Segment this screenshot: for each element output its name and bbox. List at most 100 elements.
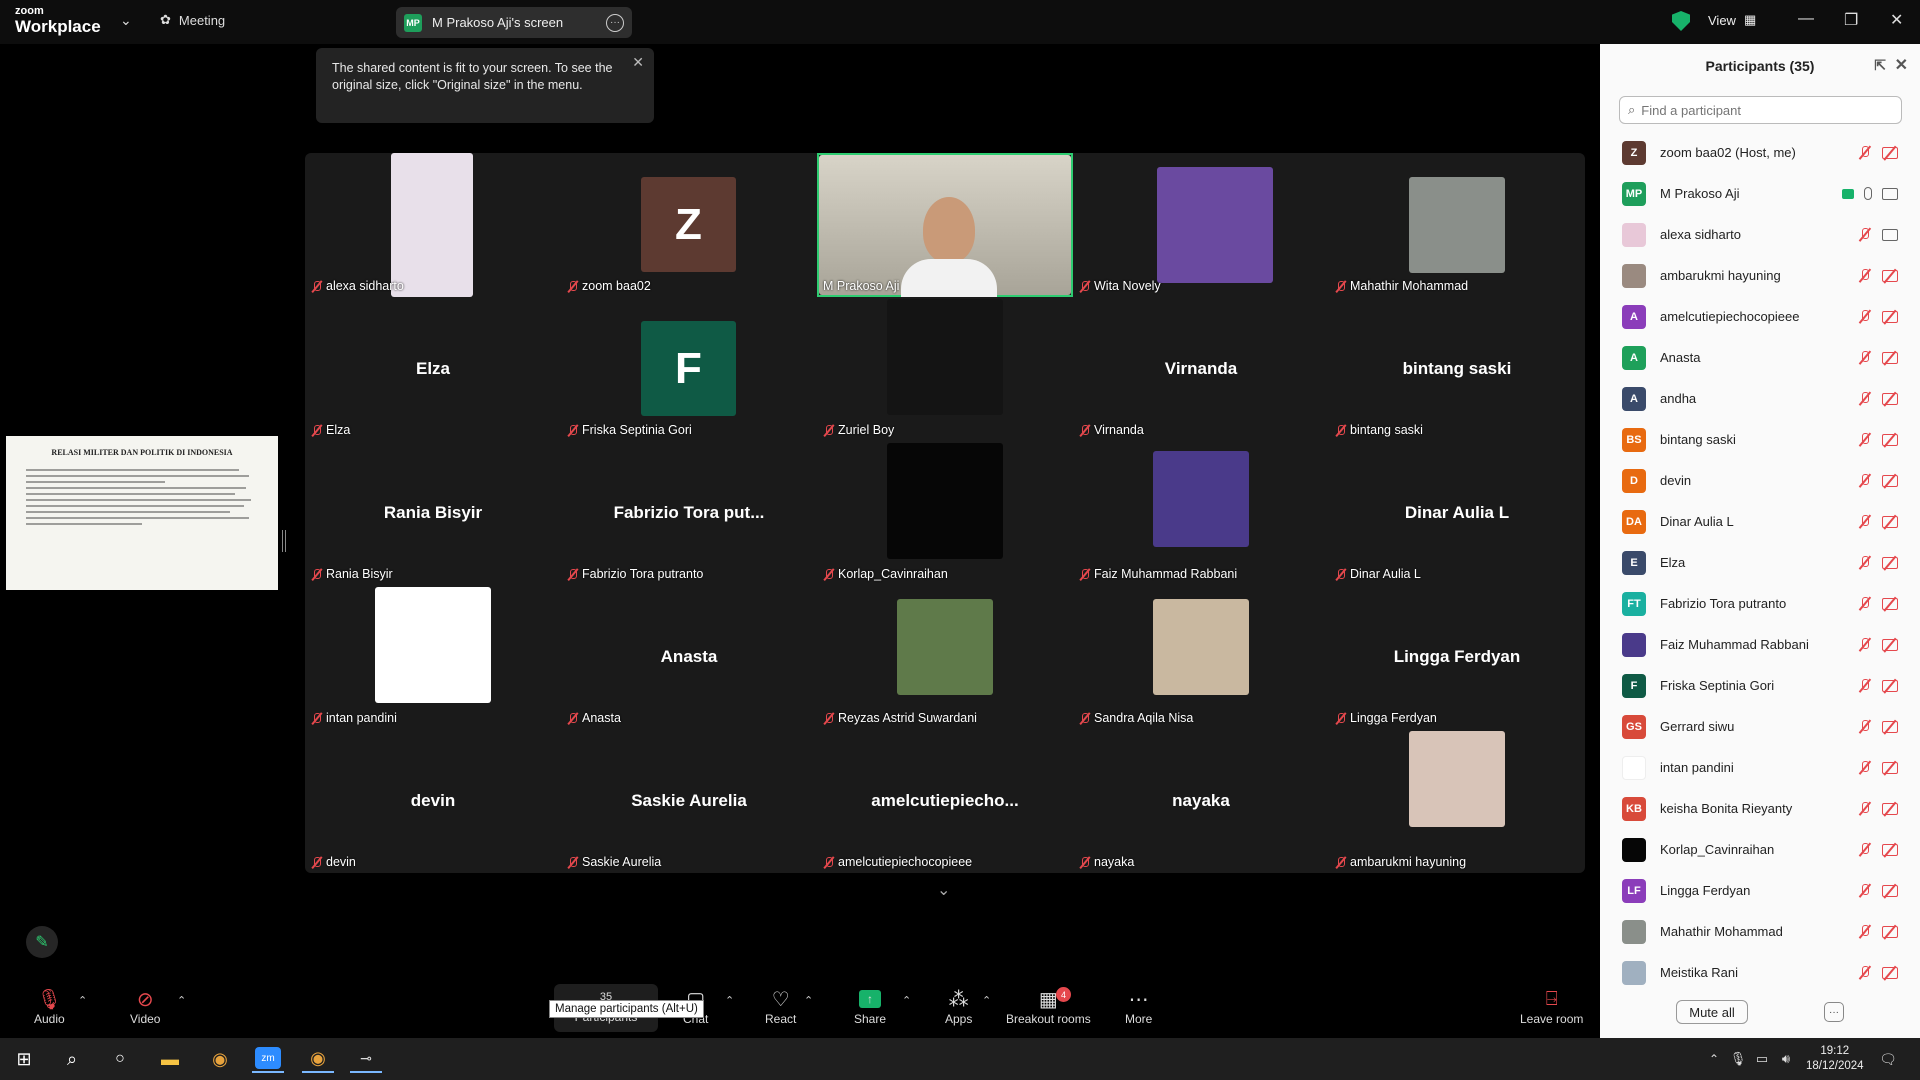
participant-row[interactable]: A Anasta bbox=[1600, 337, 1920, 378]
volume-icon[interactable]: 🔊︎ bbox=[1770, 1045, 1802, 1073]
participant-search[interactable]: ⌕ bbox=[1619, 96, 1902, 124]
video-tile[interactable]: F Friska Septinia Gori bbox=[561, 297, 817, 441]
restore-icon[interactable]: ❐ bbox=[1844, 10, 1858, 30]
mic-muted-icon[interactable] bbox=[1858, 760, 1872, 775]
close-icon[interactable]: ✕ bbox=[1890, 10, 1903, 30]
chevron-up-icon[interactable]: ⌃ bbox=[982, 994, 991, 1007]
participant-row[interactable]: FT Fabrizio Tora putranto bbox=[1600, 583, 1920, 624]
chrome-icon[interactable]: ◉ bbox=[302, 1045, 334, 1073]
video-off-icon[interactable] bbox=[1882, 392, 1898, 405]
video-off-icon[interactable] bbox=[1882, 556, 1898, 569]
video-tile[interactable]: amelcutiepiecho... amelcutiepiechocopieee bbox=[817, 729, 1073, 873]
chevron-up-icon[interactable]: ⌃ bbox=[177, 994, 186, 1007]
annotate-pen-icon[interactable]: ✎ bbox=[26, 926, 58, 958]
breakout-rooms-button[interactable]: ▦ Breakout rooms bbox=[1006, 986, 1091, 1027]
notifications-icon[interactable]: 🗨︎ bbox=[1872, 1045, 1904, 1073]
mic-muted-icon[interactable] bbox=[1858, 350, 1872, 365]
video-tile[interactable]: Elza Elza bbox=[305, 297, 561, 441]
system-clock[interactable]: 19:12 18/12/2024 bbox=[1806, 1044, 1864, 1074]
chevron-down-icon[interactable]: ⌄ bbox=[120, 12, 132, 29]
video-icon[interactable] bbox=[1882, 187, 1898, 200]
video-tile[interactable]: Anasta Anasta bbox=[561, 585, 817, 729]
participant-row[interactable]: F Friska Septinia Gori bbox=[1600, 665, 1920, 706]
video-tile[interactable]: Mahathir Mohammad bbox=[1329, 153, 1585, 297]
video-off-icon[interactable] bbox=[1882, 720, 1898, 733]
video-off-icon[interactable] bbox=[1882, 761, 1898, 774]
video-off-icon[interactable] bbox=[1882, 884, 1898, 897]
participant-row[interactable]: Mahathir Mohammad bbox=[1600, 911, 1920, 952]
video-tile[interactable]: alexa sidharto bbox=[305, 153, 561, 297]
video-off-icon[interactable] bbox=[1882, 843, 1898, 856]
participant-row[interactable]: intan pandini bbox=[1600, 747, 1920, 788]
mic-muted-icon[interactable] bbox=[1858, 145, 1872, 160]
leave-room-button[interactable]: ⍈ Leave room bbox=[1520, 986, 1583, 1027]
video-tile[interactable]: Fabrizio Tora put... Fabrizio Tora putran… bbox=[561, 441, 817, 585]
video-tile[interactable]: Wita Novely bbox=[1073, 153, 1329, 297]
mic-icon[interactable] bbox=[1864, 187, 1872, 200]
chrome-icon[interactable]: ◉ bbox=[204, 1045, 236, 1073]
mute-all-button[interactable]: Mute all bbox=[1676, 1000, 1748, 1024]
video-off-icon[interactable] bbox=[1882, 925, 1898, 938]
video-tile[interactable]: Korlap_Cavinraihan bbox=[817, 441, 1073, 585]
participant-row[interactable]: Meistika Rani bbox=[1600, 952, 1920, 988]
participant-row[interactable]: ambarukmi hayuning bbox=[1600, 255, 1920, 296]
participant-row[interactable]: alexa sidharto bbox=[1600, 214, 1920, 255]
chevron-up-icon[interactable]: ⌃ bbox=[78, 994, 87, 1007]
video-off-icon[interactable] bbox=[1882, 351, 1898, 364]
mic-muted-icon[interactable] bbox=[1858, 268, 1872, 283]
participant-row[interactable]: Aandha bbox=[1600, 378, 1920, 419]
share-button[interactable]: ↑ Share bbox=[854, 986, 886, 1026]
shared-screen-thumbnail[interactable]: RELASI MILITER DAN POLITIK DI INDONESIA bbox=[6, 436, 278, 590]
chevron-down-icon[interactable]: ⌄ bbox=[937, 880, 950, 900]
view-button[interactable]: View ▦ bbox=[1708, 12, 1756, 28]
video-tile[interactable]: bintang saski bintang saski bbox=[1329, 297, 1585, 441]
mic-muted-icon[interactable] bbox=[1858, 432, 1872, 447]
participant-row[interactable]: Korlap_Cavinraihan bbox=[1600, 829, 1920, 870]
mic-muted-icon[interactable] bbox=[1858, 309, 1872, 324]
chevron-up-icon[interactable]: ⌃ bbox=[804, 994, 813, 1007]
minimize-icon[interactable]: — bbox=[1798, 10, 1814, 28]
participant-row[interactable]: E Elza bbox=[1600, 542, 1920, 583]
video-off-icon[interactable] bbox=[1882, 597, 1898, 610]
participant-row[interactable]: Zzoom baa02 (Host, me) bbox=[1600, 132, 1920, 173]
mic-muted-icon[interactable] bbox=[1858, 678, 1872, 693]
participant-row[interactable]: MP M Prakoso Aji bbox=[1600, 173, 1920, 214]
video-tile[interactable]: Zzoom baa02 bbox=[561, 153, 817, 297]
video-tile[interactable]: ambarukmi hayuning bbox=[1329, 729, 1585, 873]
video-off-icon[interactable] bbox=[1882, 802, 1898, 815]
participant-row[interactable]: KB keisha Bonita Rieyanty bbox=[1600, 788, 1920, 829]
mic-muted-icon[interactable] bbox=[1858, 391, 1872, 406]
video-tile[interactable]: intan pandini bbox=[305, 585, 561, 729]
mic-muted-icon[interactable] bbox=[1858, 227, 1872, 242]
video-off-icon[interactable] bbox=[1882, 966, 1898, 979]
participant-row[interactable]: Faiz Muhammad Rabbani bbox=[1600, 624, 1920, 665]
video-tile[interactable]: Faiz Muhammad Rabbani bbox=[1073, 441, 1329, 585]
video-off-icon[interactable] bbox=[1882, 269, 1898, 282]
participant-row[interactable]: DA Dinar Aulia L bbox=[1600, 501, 1920, 542]
video-tile[interactable]: Rania Bisyir Rania Bisyir bbox=[305, 441, 561, 585]
react-button[interactable]: ♡ React bbox=[765, 986, 796, 1027]
more-options-icon[interactable]: ··· bbox=[1824, 1002, 1844, 1022]
video-tile[interactable]: M Prakoso Aji bbox=[817, 153, 1073, 297]
shared-screen-pill[interactable]: MP M Prakoso Aji's screen ··· bbox=[396, 7, 632, 38]
pop-out-icon[interactable]: ⇱ bbox=[1874, 57, 1886, 74]
video-off-icon[interactable] bbox=[1882, 433, 1898, 446]
close-icon[interactable]: ✕ bbox=[632, 54, 644, 71]
mic-muted-icon[interactable] bbox=[1858, 719, 1872, 734]
mic-muted-icon[interactable] bbox=[1858, 555, 1872, 570]
video-off-icon[interactable] bbox=[1882, 146, 1898, 159]
video-off-icon[interactable] bbox=[1882, 515, 1898, 528]
zoom-logo[interactable]: zoom Workplace bbox=[15, 6, 101, 36]
video-icon[interactable] bbox=[1882, 228, 1898, 241]
video-tile[interactable]: Sandra Aqila Nisa bbox=[1073, 585, 1329, 729]
video-off-icon[interactable] bbox=[1882, 474, 1898, 487]
video-tile[interactable]: Zuriel Boy bbox=[817, 297, 1073, 441]
mic-muted-icon[interactable] bbox=[1858, 596, 1872, 611]
mic-muted-icon[interactable] bbox=[1858, 801, 1872, 816]
chevron-up-icon[interactable]: ⌃ bbox=[902, 994, 911, 1007]
security-shield-icon[interactable] bbox=[1672, 11, 1690, 31]
zoom-app-icon[interactable]: zm bbox=[252, 1045, 284, 1073]
more-options-icon[interactable]: ··· bbox=[606, 13, 624, 32]
video-button[interactable]: ⊘ Video bbox=[130, 986, 160, 1027]
apps-button[interactable]: ⁂ Apps bbox=[945, 986, 972, 1027]
